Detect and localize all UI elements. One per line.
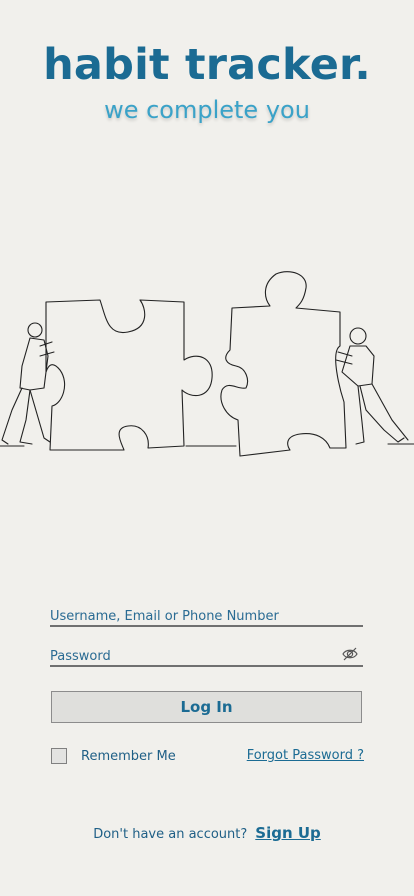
- password-field[interactable]: [50, 645, 363, 667]
- left-puzzle-piece: [45, 299, 213, 451]
- username-input[interactable]: [50, 607, 330, 626]
- remember-me-checkbox[interactable]: [51, 748, 67, 764]
- puzzle-illustration: [0, 271, 414, 457]
- signup-row: Don't have an account? Sign Up: [0, 824, 414, 842]
- tagline: we complete you: [104, 96, 310, 124]
- app-title: habit tracker.: [43, 40, 371, 90]
- signup-prompt: Don't have an account?: [93, 827, 248, 842]
- eye-slash-icon[interactable]: [341, 645, 359, 663]
- forgot-password-link[interactable]: Forgot Password ?: [247, 748, 364, 763]
- username-field[interactable]: [50, 605, 363, 627]
- signup-link[interactable]: Sign Up: [255, 824, 321, 842]
- login-button[interactable]: Log In: [51, 691, 362, 723]
- remember-me[interactable]: Remember Me: [51, 748, 176, 764]
- remember-me-label: Remember Me: [81, 748, 176, 764]
- password-input[interactable]: [50, 647, 330, 666]
- right-puzzle-piece: [220, 271, 347, 457]
- right-person: [335, 327, 409, 445]
